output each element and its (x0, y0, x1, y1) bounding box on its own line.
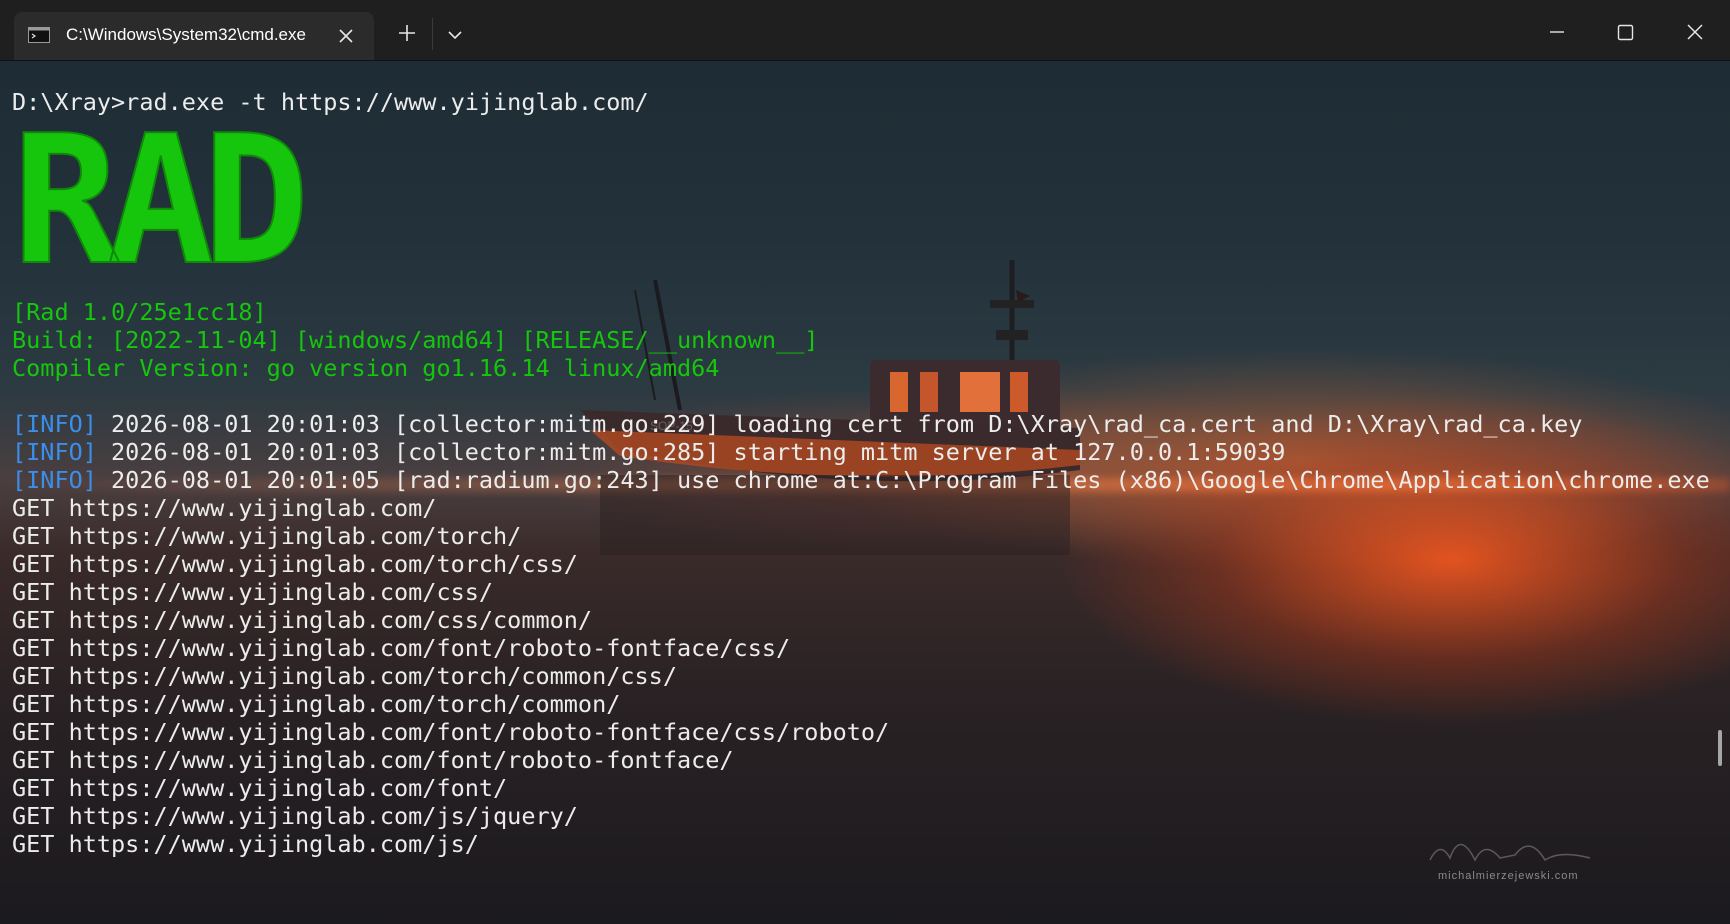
request-line: GET https://www.yijinglab.com/js/ (12, 830, 479, 858)
tab-separator (432, 18, 433, 50)
request-line: GET https://www.yijinglab.com/css/common… (12, 606, 593, 634)
request-line: GET https://www.yijinglab.com/js/jquery/ (12, 802, 578, 830)
info-tag: [INFO] (12, 466, 97, 494)
svg-text:RAD: RAD (12, 124, 302, 284)
info-tag: [INFO] (12, 410, 97, 438)
terminal-icon (28, 27, 50, 43)
new-tab-plus-icon[interactable] (394, 20, 420, 46)
request-line: GET https://www.yijinglab.com/torch/ (12, 522, 522, 550)
request-line: GET https://www.yijinglab.com/torch/comm… (12, 662, 677, 690)
request-line: GET https://www.yijinglab.com/torch/css/ (12, 550, 578, 578)
maximize-icon[interactable] (1602, 14, 1648, 50)
info-text: 2026-08-01 20:01:03 [collector:mitm.go:2… (96, 410, 1583, 438)
version-line: [Rad 1.0/25e1cc18] (12, 298, 267, 326)
compiler-line: Compiler Version: go version go1.16.14 l… (12, 354, 720, 382)
minimize-icon[interactable] (1534, 14, 1580, 50)
rad-ascii-banner: RAD (11, 96, 315, 305)
tab-title: C:\Windows\System32\cmd.exe (66, 25, 306, 44)
info-log-line: [INFO] 2026-08-01 20:01:05 [rad:radium.g… (12, 466, 1712, 494)
info-tag: [INFO] (12, 438, 97, 466)
request-line: GET https://www.yijinglab.com/ (12, 494, 437, 522)
request-line: GET https://www.yijinglab.com/font/robot… (12, 634, 791, 662)
title-bar: C:\Windows\System32\cmd.exe (0, 0, 1730, 61)
build-line: Build: [2022-11-04] [windows/amd64] [REL… (12, 326, 819, 354)
command-prompt-line: D:\Xray>rad.exe -t https://www.yijinglab… (12, 88, 649, 116)
request-line: GET https://www.yijinglab.com/css/ (12, 578, 494, 606)
close-window-icon[interactable] (1672, 14, 1718, 50)
info-text: 2026-08-01 20:01:03 [collector:mitm.go:2… (96, 438, 1286, 466)
terminal-output[interactable]: D:\Xray>rad.exe -t https://www.yijinglab… (11, 88, 1712, 922)
chevron-down-icon[interactable] (442, 22, 468, 48)
info-log-line: [INFO] 2026-08-01 20:01:03 [collector:mi… (12, 438, 1712, 466)
request-line: GET https://www.yijinglab.com/torch/comm… (12, 690, 621, 718)
request-line: GET https://www.yijinglab.com/font/robot… (12, 746, 734, 774)
scrollbar-thumb[interactable] (1718, 730, 1722, 766)
request-line: GET https://www.yijinglab.com/font/robot… (12, 718, 890, 746)
tab-cmd[interactable]: C:\Windows\System32\cmd.exe (14, 12, 374, 60)
request-line: GET https://www.yijinglab.com/font/ (12, 774, 508, 802)
tab-close-icon[interactable] (334, 24, 358, 48)
info-log-line: [INFO] 2026-08-01 20:01:03 [collector:mi… (12, 410, 1712, 438)
info-text: 2026-08-01 20:01:05 [rad:radium.go:243] … (96, 466, 1710, 494)
